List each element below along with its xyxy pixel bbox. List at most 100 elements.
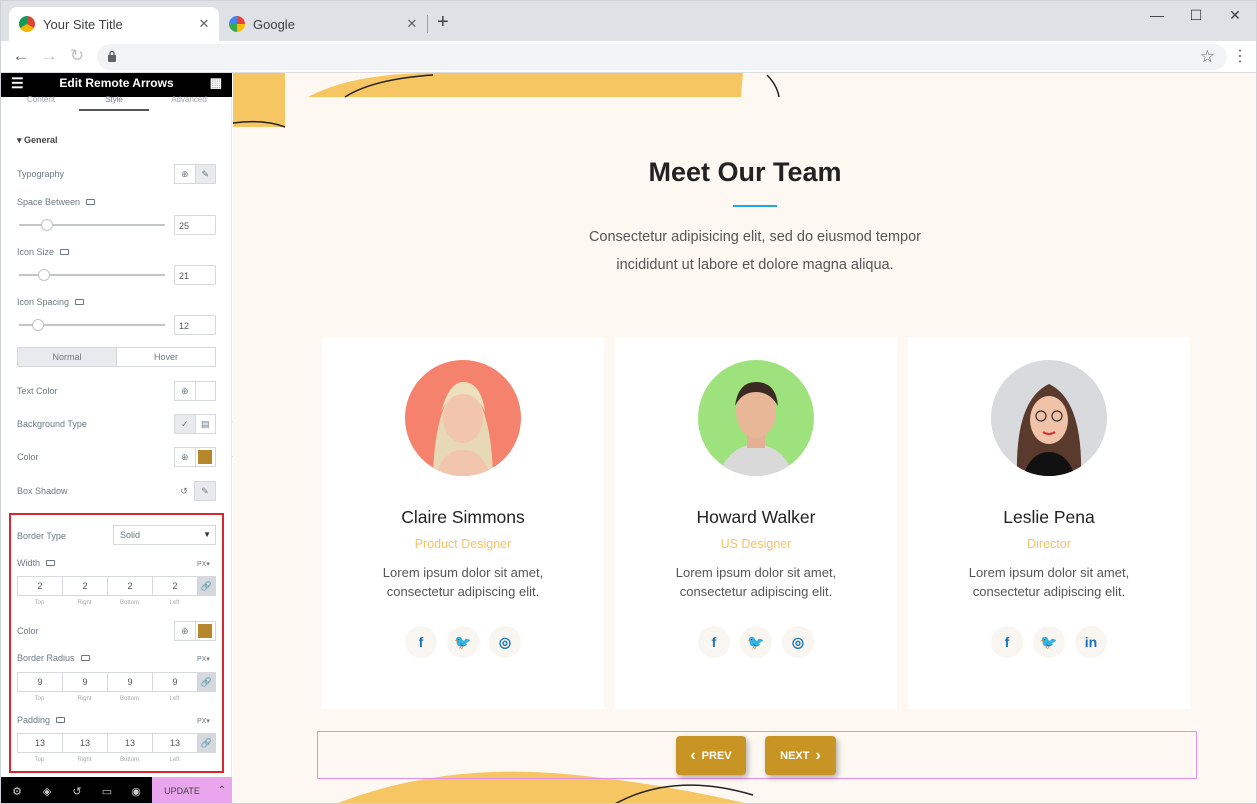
side-label: Top [34, 600, 45, 606]
facebook-icon[interactable]: f [698, 626, 730, 658]
tab-your-site[interactable]: Your Site Title ✕ [9, 7, 219, 41]
slider-handle[interactable] [41, 219, 54, 231]
facebook-icon[interactable]: f [405, 626, 437, 658]
text-color-picker[interactable]: ⊕ [174, 381, 216, 401]
layers-icon[interactable]: ◈ [39, 785, 55, 798]
width-right[interactable]: 2 [62, 576, 107, 596]
instagram-icon[interactable]: ◎ [782, 626, 814, 658]
padding-left[interactable]: 13 [152, 733, 197, 753]
normal-tab[interactable]: Normal [18, 348, 117, 366]
team-card: Howard Walker US Designer Lorem ipsum do… [615, 337, 897, 709]
radius-bottom[interactable]: 9 [107, 672, 152, 692]
member-description: Lorem ipsum dolor sit amet, consectetur … [615, 563, 897, 601]
padding-right[interactable]: 13 [62, 733, 107, 753]
facebook-icon[interactable]: f [991, 626, 1023, 658]
back-icon[interactable]: ← [9, 46, 33, 66]
tab-google[interactable]: Google ✕ [219, 7, 427, 41]
twitter-icon[interactable]: 🐦 [740, 626, 772, 658]
globe-icon[interactable]: ⊕ [175, 382, 196, 400]
update-button[interactable]: UPDATE [152, 777, 212, 803]
brush-icon[interactable]: ✓ [175, 415, 196, 433]
prev-button[interactable]: ‹ PREV [676, 736, 746, 775]
space-between-slider[interactable] [19, 219, 165, 231]
globe-icon[interactable]: ⊕ [175, 165, 196, 183]
slider-handle[interactable] [38, 269, 51, 281]
next-button[interactable]: NEXT › [765, 736, 836, 775]
hover-tab[interactable]: Hover [117, 348, 215, 366]
monitor-icon [75, 299, 85, 305]
border-radius-label: Border Radius [17, 653, 90, 663]
bookmark-star-icon[interactable]: ☆ [1200, 47, 1215, 67]
section-general[interactable]: ▾ General [17, 135, 58, 146]
link-icon[interactable]: 🔗 [197, 672, 216, 692]
member-description: Lorem ipsum dolor sit amet, consectetur … [908, 563, 1190, 601]
pencil-icon[interactable]: ✎ [194, 481, 216, 501]
color-chip [198, 450, 213, 464]
color-swatch[interactable] [196, 448, 216, 466]
space-between-input[interactable]: 25 [174, 215, 216, 235]
chevron-up-icon[interactable]: ⌃ [212, 777, 232, 803]
new-tab-button[interactable]: + [437, 12, 449, 32]
reset-icon[interactable]: ↺ [174, 481, 194, 501]
instagram-icon[interactable]: ◎ [489, 626, 521, 658]
history-icon[interactable]: ↺ [69, 785, 85, 798]
color-label: Color [17, 452, 39, 462]
responsive-icon[interactable]: ▭ [99, 785, 115, 798]
remote-arrows-widget[interactable] [317, 731, 1197, 779]
width-label: Width [17, 558, 56, 568]
avatar [991, 360, 1107, 476]
side-label: Left [169, 696, 180, 702]
preview-eye-icon[interactable]: ◉ [128, 785, 144, 798]
border-radius-unit[interactable]: PX▾ [197, 655, 210, 663]
padding-unit[interactable]: PX▾ [197, 717, 210, 725]
pencil-icon[interactable]: ✎ [195, 165, 215, 183]
label-text: Box Shadow [17, 486, 68, 496]
icon-size-slider[interactable] [19, 269, 165, 281]
radius-left[interactable]: 9 [152, 672, 197, 692]
reload-icon[interactable]: ↻ [65, 46, 89, 66]
background-color-picker[interactable]: ⊕ [174, 447, 216, 467]
browser-menu-icon[interactable]: ⋮ [1232, 46, 1248, 66]
icon-spacing-input[interactable]: 12 [174, 315, 216, 335]
width-unit[interactable]: PX▾ [197, 560, 210, 568]
close-window-button[interactable]: ✕ [1212, 7, 1256, 24]
width-left[interactable]: 2 [152, 576, 197, 596]
unit-text: PX [197, 718, 207, 725]
page-title: Meet Our Team [648, 157, 842, 187]
tab-advanced[interactable]: Advanced [154, 95, 224, 104]
icon-spacing-slider[interactable] [19, 319, 165, 331]
settings-icon[interactable]: ⚙ [9, 785, 25, 798]
link-icon[interactable]: 🔗 [197, 733, 216, 753]
tab-style[interactable]: Style [79, 95, 149, 111]
slider-handle[interactable] [31, 319, 44, 331]
width-bottom[interactable]: 2 [107, 576, 152, 596]
twitter-icon[interactable]: 🐦 [447, 626, 479, 658]
padding-top[interactable]: 13 [17, 733, 62, 753]
forward-icon[interactable]: → [37, 46, 61, 66]
radius-top[interactable]: 9 [17, 672, 62, 692]
globe-icon[interactable]: ⊕ [175, 622, 196, 640]
gradient-icon[interactable]: ▤ [196, 415, 216, 433]
close-tab-icon[interactable]: ✕ [193, 16, 215, 32]
border-color-picker[interactable]: ⊕ [174, 621, 216, 641]
twitter-icon[interactable]: 🐦 [1033, 626, 1065, 658]
border-type-select[interactable]: Solid ▼ [113, 525, 216, 545]
icon-size-input[interactable]: 21 [174, 265, 216, 285]
padding-bottom[interactable]: 13 [107, 733, 152, 753]
hamburger-icon[interactable]: ☰ [11, 73, 24, 93]
radius-right[interactable]: 9 [62, 672, 107, 692]
tab-content[interactable]: Content [6, 95, 76, 104]
close-tab-icon[interactable]: ✕ [401, 16, 423, 32]
empty-swatch[interactable] [196, 382, 216, 400]
link-icon[interactable]: 🔗 [197, 576, 216, 596]
apps-grid-icon[interactable]: ▦ [210, 73, 222, 93]
width-top[interactable]: 2 [17, 576, 62, 596]
address-bar[interactable]: ☆ [97, 44, 1227, 70]
monitor-icon [80, 655, 90, 661]
linkedin-icon[interactable]: in [1075, 626, 1107, 658]
globe-icon[interactable]: ⊕ [175, 448, 196, 466]
desc-line: Lorem ipsum dolor sit amet, [968, 565, 1130, 580]
typography-controls: ⊕ ✎ [174, 164, 216, 184]
desc-line: consectetur adipiscing elit. [386, 584, 540, 599]
color-swatch[interactable] [196, 622, 216, 640]
